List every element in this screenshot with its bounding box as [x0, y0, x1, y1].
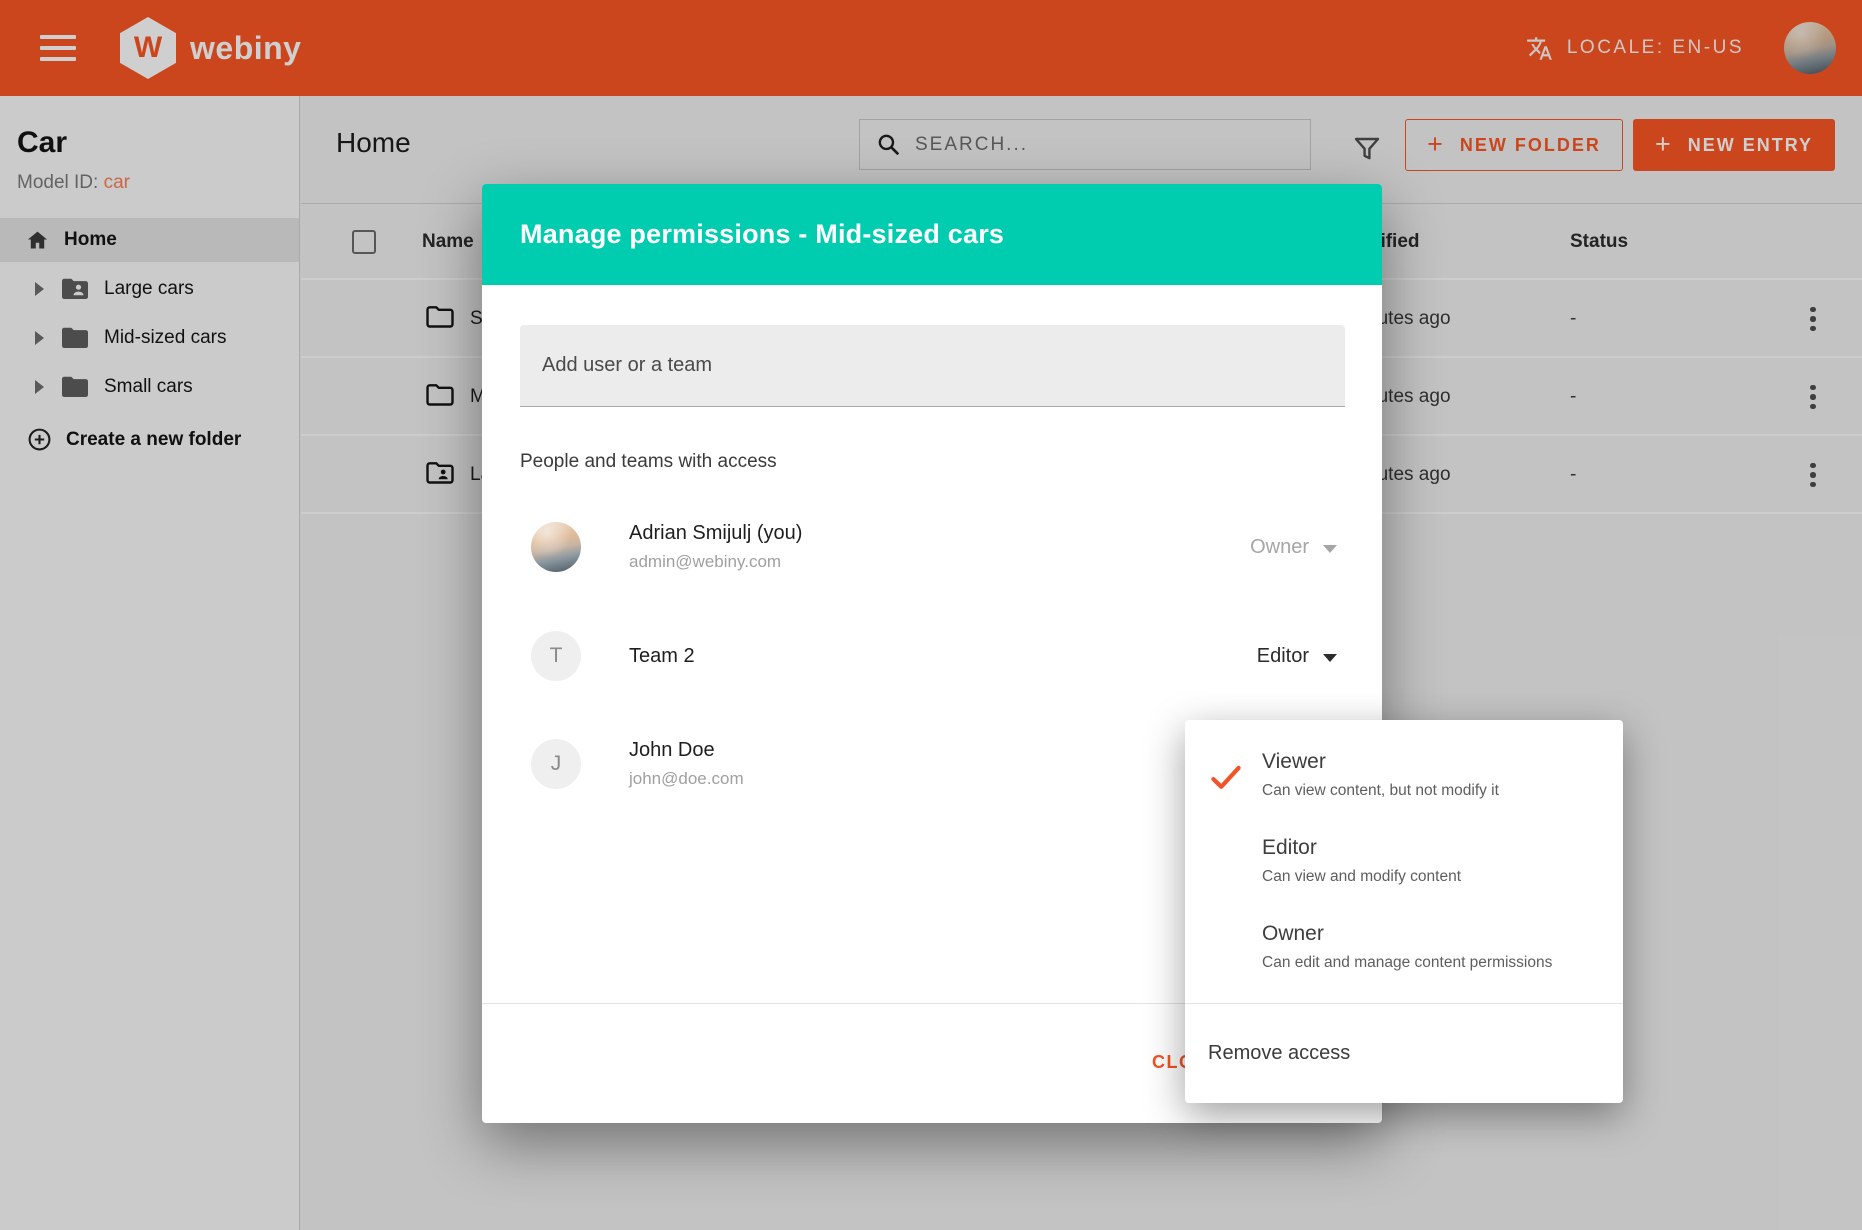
role-select-owner[interactable]: Owner	[1250, 536, 1337, 559]
role-select-editor[interactable]: Editor	[1257, 645, 1337, 668]
chevron-down-icon	[1323, 654, 1337, 662]
add-user-input[interactable]	[520, 354, 1345, 377]
menu-option-viewer[interactable]: Viewer Can view content, but not modify …	[1185, 735, 1623, 821]
access-section-label: People and teams with access	[520, 451, 777, 473]
member-avatar: J	[531, 739, 581, 789]
member-avatar: T	[531, 631, 581, 681]
chevron-down-icon	[1323, 545, 1337, 553]
member-name: Adrian Smijulj (you)	[629, 522, 802, 545]
member-email: john@doe.com	[629, 769, 744, 789]
remove-access-option[interactable]: Remove access	[1185, 1003, 1623, 1103]
member-name: John Doe	[629, 739, 744, 762]
app-root: W webiny LOCALE: EN-US Car Model ID: car…	[0, 0, 1862, 1230]
menu-option-owner[interactable]: Owner Can edit and manage content permis…	[1185, 907, 1623, 993]
member-email: admin@webiny.com	[629, 552, 802, 572]
check-icon	[1209, 763, 1243, 791]
dialog-header: Manage permissions - Mid-sized cars	[482, 184, 1382, 285]
member-row: T Team 2 Editor	[531, 626, 1337, 686]
dialog-title: Manage permissions - Mid-sized cars	[520, 219, 1004, 250]
menu-option-editor[interactable]: Editor Can view and modify content	[1185, 821, 1623, 907]
add-user-field[interactable]	[520, 325, 1345, 407]
member-name: Team 2	[629, 645, 695, 668]
role-dropdown-menu: Viewer Can view content, but not modify …	[1185, 720, 1623, 1103]
member-row: Adrian Smijulj (you) admin@webiny.com Ow…	[531, 517, 1337, 577]
member-avatar	[531, 522, 581, 572]
